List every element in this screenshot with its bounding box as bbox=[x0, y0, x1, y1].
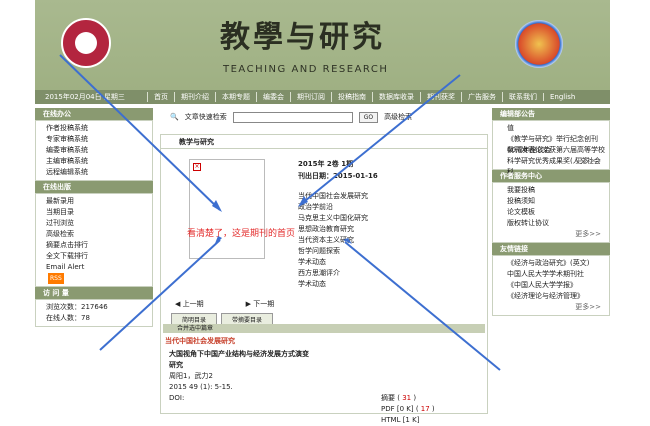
annotation-arrows bbox=[59, 54, 501, 371]
html-link[interactable]: HTML [1 K] bbox=[381, 415, 435, 426]
